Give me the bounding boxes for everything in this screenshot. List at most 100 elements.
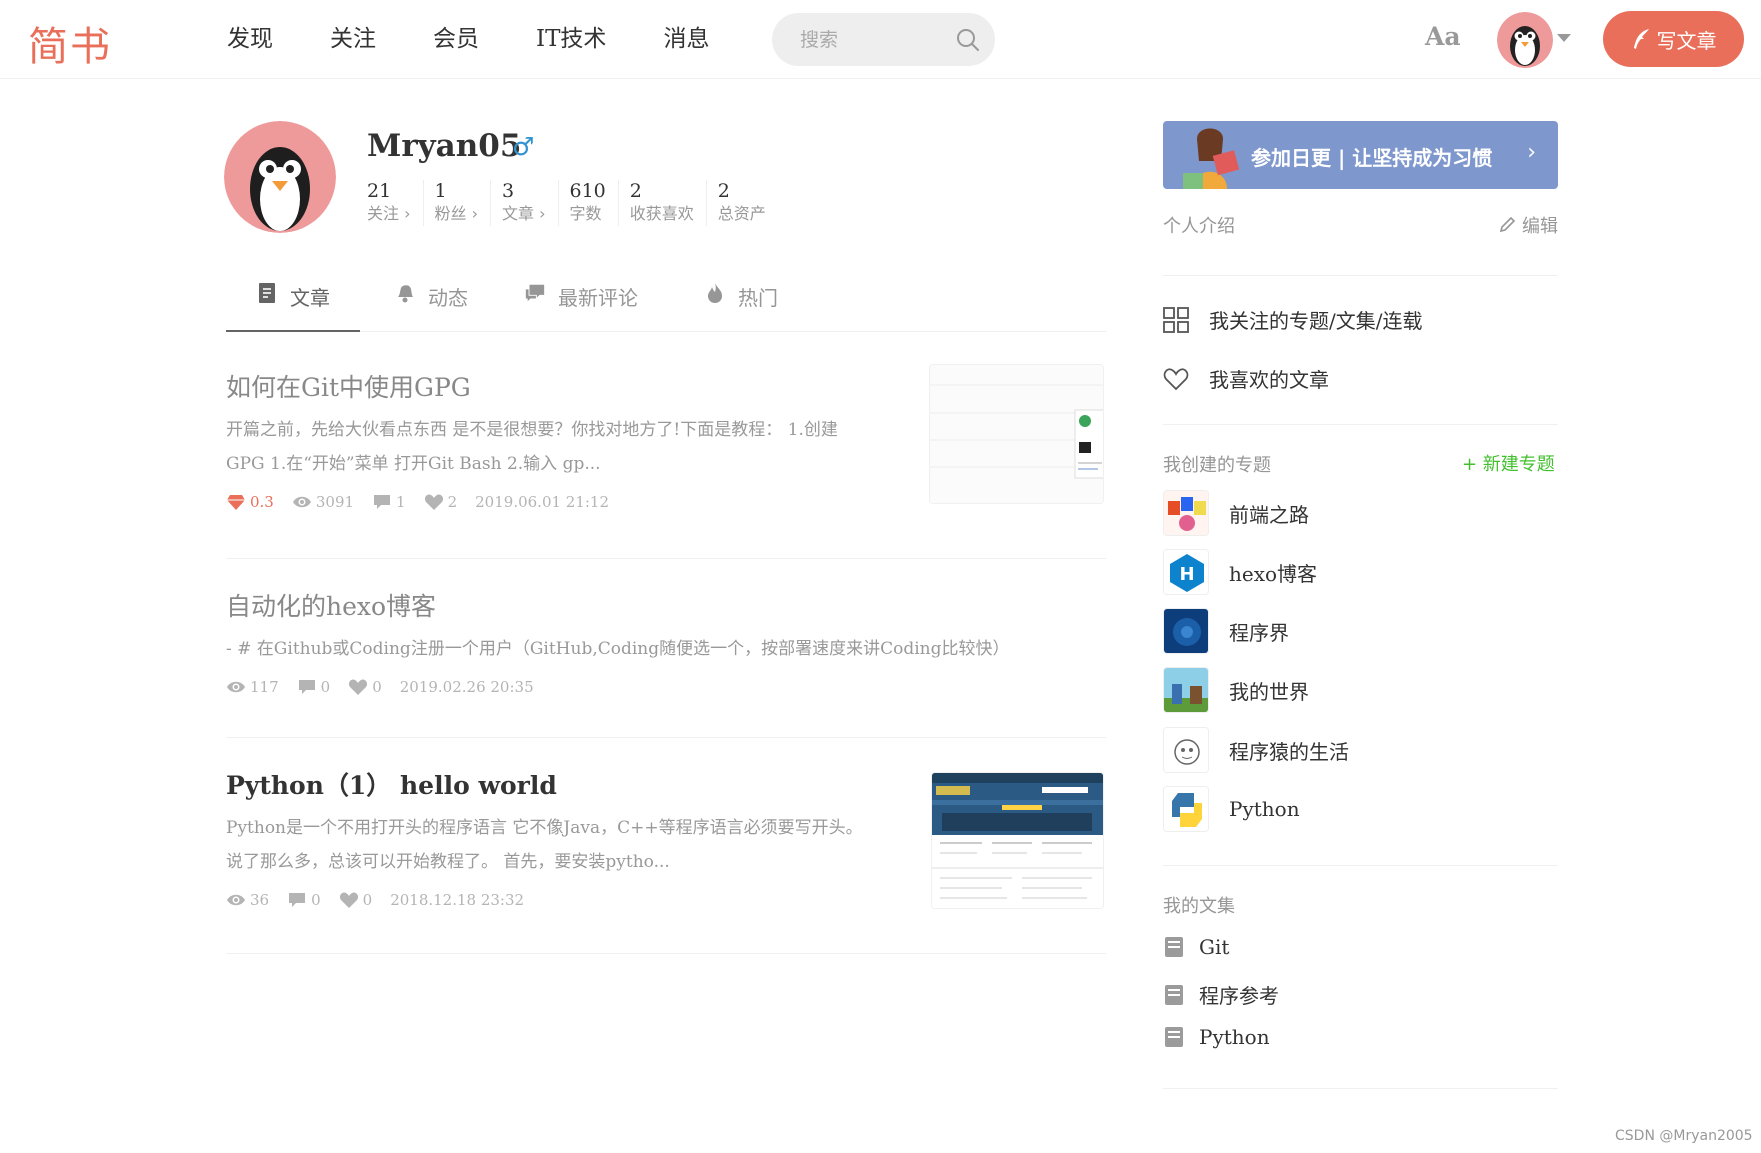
python-topic-icon [1163,786,1209,832]
jianshu-logo[interactable]: 简书 [28,14,112,72]
programmer-life-topic-icon [1163,727,1209,773]
stat-label: 粉丝 › [434,204,479,223]
article-abstract: - # 在Github或Coding注册一个用户（GitHub,Coding随便… [226,632,1106,666]
nav-link-follow[interactable]: 关注 [330,22,376,56]
article-date: 2018.12.18 23:32 [390,891,525,909]
banner-text: 参加日更 | 让坚持成为习惯 [1251,146,1493,170]
liked-articles-label: 我喜欢的文章 [1209,368,1329,392]
collection-name: Python [1199,1025,1270,1049]
stat-value: 2 [629,180,642,202]
collection-item[interactable]: Git [1163,935,1229,959]
chevron-down-icon[interactable] [1557,34,1571,42]
nav-link-it[interactable]: IT技术 [536,22,606,56]
eye-icon [292,496,311,508]
tab-latest-comments[interactable]: 最新评论 [524,270,638,332]
collections-label: 我的文集 [1163,896,1235,917]
article-item: 如何在Git中使用GPG 开篇之前，先给大伙看点东西 是不是很想要？你找对地方了… [226,364,1106,559]
minecraft-topic-icon [1163,667,1209,713]
topic-name: Python [1229,797,1300,821]
nav-link-messages[interactable]: 消息 [663,22,709,56]
male-gender-icon: ♂ [512,132,535,161]
search-box [772,13,995,66]
tab-articles[interactable]: 文章 [226,270,360,332]
fire-icon [708,283,722,303]
heart-icon [424,494,443,510]
topic-item[interactable]: Python [1163,786,1300,832]
tab-activity[interactable]: 动态 [394,270,468,332]
profile-avatar[interactable] [224,121,336,233]
notebook-icon [1165,984,1183,1005]
search-icon[interactable] [955,27,981,53]
diamond-value: 0.3 [250,493,274,511]
penguin-avatar-icon [224,121,336,233]
nav-link-discover[interactable]: 发现 [227,22,273,56]
topic-name: 前端之路 [1229,502,1309,527]
article-item: Python（1） hello world Python是一个不用打开头的程序语… [226,768,1106,954]
tab-label: 文章 [290,286,330,310]
tab-hot[interactable]: 热门 [704,270,778,332]
comments-count[interactable]: 0 [287,891,321,909]
topic-item[interactable]: 前端之路 [1163,490,1309,536]
stat-following[interactable]: 21 关注 › [367,180,424,226]
article-thumbnail[interactable] [931,772,1104,909]
article-thumbnail[interactable] [929,364,1104,504]
followed-topics-label: 我关注的专题/文集/连载 [1209,309,1423,333]
stat-words: 610 字数 [570,180,619,226]
divider [1163,865,1558,866]
collection-item[interactable]: 程序参考 [1163,980,1279,1009]
views-value: 117 [250,678,279,696]
stat-articles[interactable]: 3 文章 › [502,180,559,226]
views-count: 117 [226,678,279,696]
new-topic-button[interactable]: + 新建专题 [1462,450,1555,476]
collection-item[interactable]: Python [1163,1025,1270,1049]
font-toggle-button[interactable]: Aa [1425,22,1461,51]
liked-articles-link[interactable]: 我喜欢的文章 [1163,364,1329,393]
topic-item[interactable]: 我的世界 [1163,667,1309,713]
search-input[interactable] [800,23,950,56]
views-count: 36 [226,891,269,909]
reading-girl-illustration [1183,128,1240,189]
stat-likes-received: 2 收获喜欢 [630,180,707,226]
notebook-icon [1165,1027,1183,1047]
likes-count: 0 [339,891,372,909]
python-site-screenshot-image [932,773,1103,908]
intro-label: 个人介绍 [1163,216,1235,237]
divider [1163,424,1558,425]
bell-icon [398,285,413,303]
topic-item[interactable]: H hexo博客 [1163,549,1317,595]
comments-count[interactable]: 0 [297,678,330,696]
profile-username: Mryan05 [367,128,522,164]
followed-topics-link[interactable]: 我关注的专题/文集/连载 [1163,305,1422,334]
comments-count[interactable]: 1 [372,493,406,511]
user-avatar[interactable] [1497,12,1553,68]
edit-label: 编辑 [1522,216,1558,237]
diamond-icon [227,495,245,510]
stat-label: 收获喜欢 [629,204,694,223]
comment-icon [525,284,545,302]
stat-value: 21 [367,180,392,202]
likes-value: 0 [372,678,382,696]
likes-count: 0 [348,678,382,696]
stat-label: 字数 [569,204,602,223]
tab-label: 热门 [738,286,778,310]
article-item: 自动化的hexo博客 - # 在Github或Coding注册一个用户（GitH… [226,589,1106,738]
nav-links: 发现 关注 会员 IT技术 消息 [227,22,766,56]
article-title[interactable]: 自动化的hexo博客 [226,589,1106,625]
stat-followers[interactable]: 1 粉丝 › [434,180,491,226]
edit-intro-button[interactable]: 编辑 [1498,212,1558,238]
feather-pen-icon [1633,29,1649,49]
csdn-watermark: CSDN @Mryan2005 [1615,1128,1753,1144]
frontend-topic-icon [1163,490,1209,536]
daily-update-banner[interactable]: 参加日更 | 让坚持成为习惯 › [1163,121,1558,189]
nav-link-member[interactable]: 会员 [433,22,479,56]
divider [1163,275,1558,276]
views-value: 3091 [315,493,355,511]
topic-item[interactable]: 程序猿的生活 [1163,727,1349,773]
heart-outline-icon [1163,367,1189,390]
write-article-button[interactable]: 写文章 [1603,11,1744,67]
topic-item[interactable]: 程序界 [1163,608,1289,654]
heart-icon [349,679,368,695]
divider [1163,1088,1558,1089]
stat-assets: 2 总资产 [718,180,778,226]
article-date: 2019.06.01 21:12 [475,493,610,511]
